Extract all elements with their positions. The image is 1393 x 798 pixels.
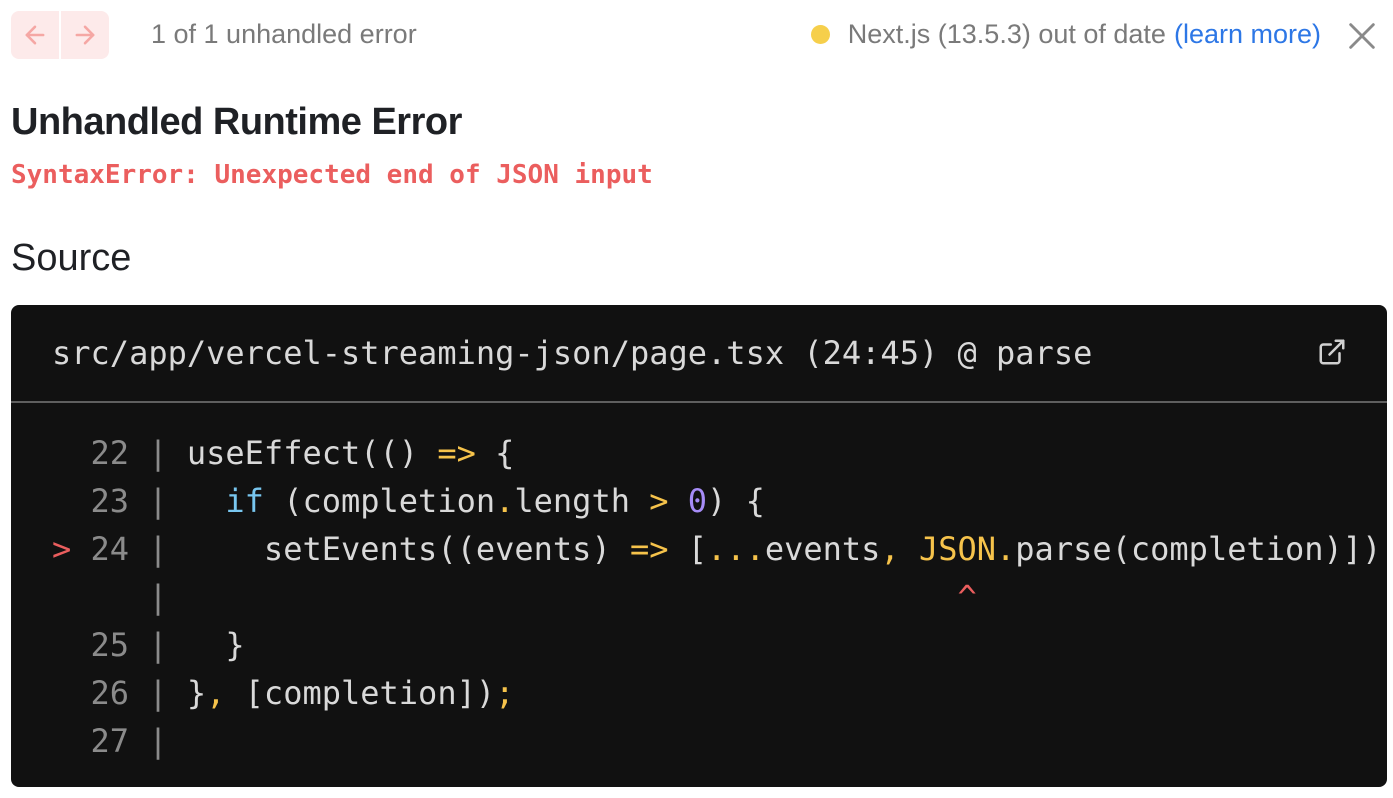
- code-frame-header: src/app/vercel-streaming-json/page.tsx (…: [11, 305, 1387, 403]
- code-lines: 22 | useEffect(() => { 23 | if (completi…: [52, 429, 1387, 765]
- learn-more-link[interactable]: (learn more): [1174, 19, 1321, 50]
- open-in-editor-icon[interactable]: [1317, 337, 1347, 367]
- source-heading: Source: [11, 237, 132, 279]
- error-title: Unhandled Runtime Error: [11, 101, 462, 143]
- source-file-link[interactable]: src/app/vercel-streaming-json/page.tsx (…: [52, 334, 1092, 372]
- close-icon[interactable]: [1345, 19, 1379, 53]
- code-line: 23 | if (completion.length > 0) {: [90, 482, 765, 520]
- version-staleness-indicator: Next.js (13.5.3) out of date (learn more…: [810, 19, 1321, 50]
- error-count: 1 of 1 unhandled error: [151, 19, 417, 49]
- code-line-caret: | ^: [129, 578, 977, 616]
- arrow-left-icon: [25, 25, 45, 45]
- code-line: 25 | }: [90, 626, 245, 664]
- next-error-button[interactable]: [61, 11, 109, 59]
- error-line-marker: >: [52, 530, 72, 568]
- arrow-right-icon: [75, 25, 95, 45]
- code-line: 27 |: [90, 722, 168, 760]
- status-dot-icon: [810, 25, 830, 44]
- error-pagination: [11, 11, 109, 59]
- version-text: Next.js (13.5.3) out of date: [847, 19, 1166, 49]
- code-line-highlighted: > 24 | setEvents((events) => [...events,…: [52, 530, 1387, 568]
- error-overlay-toolbar: 1 of 1 unhandled error Next.js (13.5.3) …: [0, 0, 1393, 72]
- error-message: SyntaxError: Unexpected end of JSON inpu…: [11, 160, 653, 190]
- code-frame: src/app/vercel-streaming-json/page.tsx (…: [11, 305, 1387, 787]
- previous-error-button[interactable]: [11, 11, 59, 59]
- code-line: 22 | useEffect(() => {: [90, 434, 515, 472]
- code-line: 26 | }, [completion]);: [90, 674, 515, 712]
- error-caret: ^: [957, 578, 977, 616]
